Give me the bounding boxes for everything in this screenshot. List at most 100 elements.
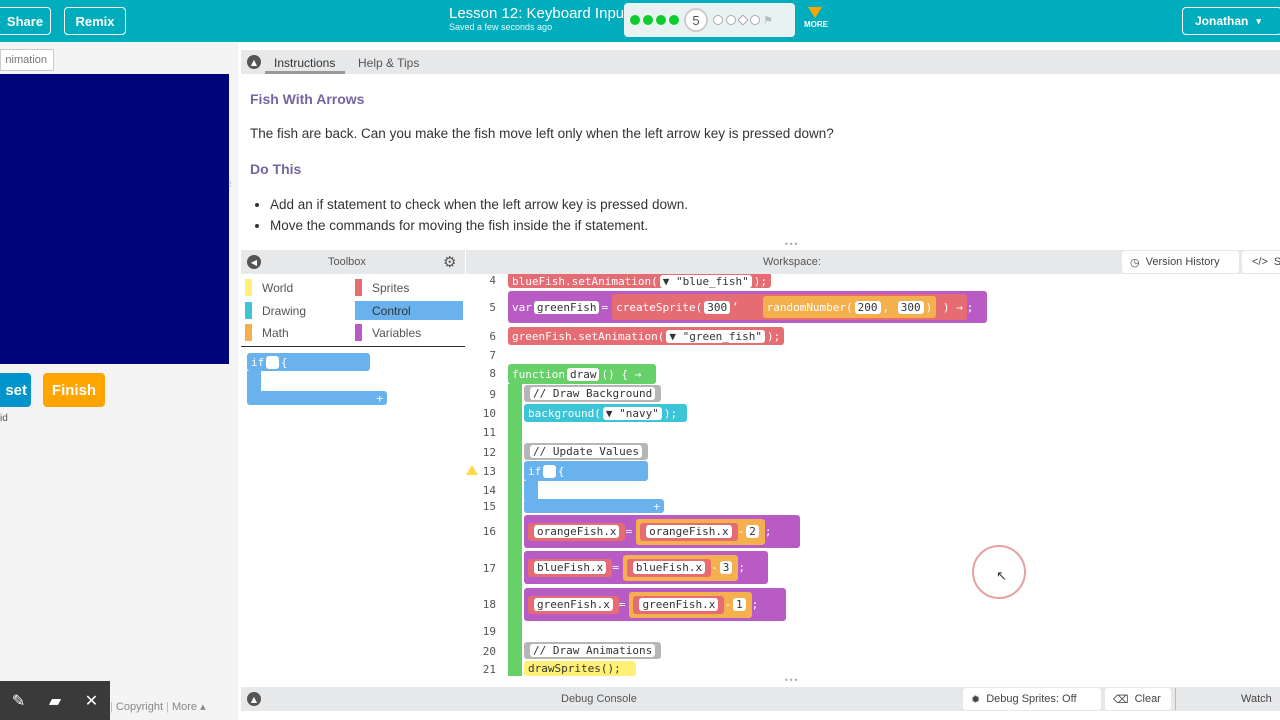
code-block-function-draw[interactable]: function draw() { → [508,364,656,384]
watch-tab[interactable]: Watch [1241,693,1272,705]
code-block-if[interactable]: if { [524,461,648,481]
level-dot[interactable] [750,15,760,25]
line-number: 14 [482,484,496,497]
caret-icon: ▾ [1256,15,1261,26]
level-dot[interactable] [737,14,749,26]
tab-help-tips[interactable]: Help & Tips [358,56,419,70]
code-block-set-animation-blue[interactable]: blueFish .setAnimation(▼ "blue_fish"); [508,274,772,288]
share-button[interactable]: Share [0,7,51,35]
resize-grip[interactable]: ⁝ [229,180,238,200]
collapse-debug-icon[interactable]: ▲ [247,692,261,706]
code-block-var-greenfish[interactable]: var greenFish = createSprite(300, random… [508,291,987,323]
toolbox-divider [241,346,465,347]
more-label: MORE [804,20,828,29]
line-number: 6 [489,330,496,343]
user-menu-button[interactable]: Jonathan ▾ [1182,7,1280,35]
eraser-icon: ⌫ [1113,693,1129,706]
category-drawing[interactable]: Drawing [245,301,306,320]
toolbox-title: Toolbox [328,256,366,268]
instructions-paragraph: The fish are back. Can you make the fish… [250,126,834,141]
if-block-end[interactable]: + [524,499,664,513]
user-name: Jonathan [1195,14,1249,28]
workspace-title: Workspace: [763,256,821,268]
category-sprites[interactable]: Sprites [355,278,409,297]
game-canvas[interactable] [0,74,229,364]
line-number: 15 [482,500,496,513]
highlighter-icon[interactable]: ▰ [49,691,61,710]
finish-button[interactable]: Finish [43,373,105,407]
category-math[interactable]: Math [245,323,289,342]
gear-icon[interactable]: ⚙ [443,253,456,271]
code-comment-update-values[interactable]: // Update Values [524,443,648,460]
category-control[interactable]: Control [355,301,463,320]
level-dot[interactable] [656,15,666,25]
chevron-down-icon [808,7,822,18]
remix-button[interactable]: Remix [64,7,126,35]
code-block-orangefish-assign[interactable]: orangeFish.x = orangeFish.x - 2; [524,515,800,548]
line-number: 21 [482,663,496,676]
list-item: Add an if statement to check when the le… [270,194,688,215]
line-number: 13 [482,465,496,478]
line-number: 12 [482,446,496,459]
more-button[interactable]: MORE [804,7,828,29]
lesson-title[interactable]: Lesson 12: Keyboard Input [449,5,628,22]
line-number: 11 [482,426,496,439]
instructions-list: Add an if statement to check when the le… [270,194,688,236]
tab-instructions[interactable]: Instructions [274,56,335,70]
level-dot[interactable] [669,15,679,25]
page-footer: | Copyright | More ▴ [110,701,206,713]
level-dot[interactable] [726,15,736,25]
debug-sprites-button[interactable]: ✹ Debug Sprites: Off [963,688,1101,710]
id-label: id [0,413,8,424]
reset-button[interactable]: set [0,373,31,407]
line-number: 18 [482,598,496,611]
flag-icon[interactable]: ⚑ [763,14,773,27]
animation-tab[interactable]: nimation [0,49,54,71]
line-number: 7 [489,349,496,362]
show-code-button[interactable]: </> S [1242,251,1280,273]
line-number: 20 [482,645,496,658]
line-number: 8 [489,367,496,380]
line-number: 5 [489,301,496,314]
level-dot[interactable] [713,15,723,25]
more-link[interactable]: More ▴ [172,701,206,713]
current-level-bubble[interactable]: 5 [684,8,708,32]
if-body-bracket [524,481,538,500]
list-item: Move the commands for moving the fish in… [270,215,688,236]
collapse-toolbox-icon[interactable]: ◀ [247,255,261,269]
do-this-heading: Do This [250,161,302,177]
debug-console-title: Debug Console [561,693,637,705]
version-history-button[interactable]: ◷ Version History [1122,251,1239,273]
resize-grip[interactable]: ••• [784,676,798,685]
category-variables[interactable]: Variables [355,323,421,342]
code-block-background[interactable]: background(▼ "navy"); [524,404,687,422]
level-dot[interactable] [630,15,640,25]
level-dot[interactable] [643,15,653,25]
code-comment-draw-animations[interactable]: // Draw Animations [524,642,662,659]
code-comment-draw-background[interactable]: // Draw Background [524,385,662,402]
code-block-greenfish-assign[interactable]: greenFish.x = greenFish.x - 1; [524,588,786,621]
line-number: 16 [482,525,496,538]
close-icon[interactable]: ✕ [85,691,98,710]
copyright-link[interactable]: Copyright [116,701,163,713]
instructions-heading: Fish With Arrows [250,91,365,107]
code-block-draw-sprites[interactable]: drawSprites(); [524,661,636,676]
mouse-cursor-icon: ↖ [996,569,1007,584]
pencil-icon[interactable]: ✎ [12,691,25,710]
bug-icon: ✹ [971,693,981,706]
clock-icon: ◷ [1130,256,1140,269]
code-block-set-animation-green[interactable]: greenFish .setAnimation(▼ "green_fish"); [508,327,785,345]
code-block-bluefish-assign[interactable]: blueFish.x = blueFish.x - 3; [524,551,768,584]
active-tab-indicator [265,71,345,74]
divider [1175,688,1176,710]
line-number: 9 [489,388,496,401]
category-world[interactable]: World [245,278,293,297]
resize-grip[interactable]: ••• [784,240,798,249]
collapse-icon[interactable]: ▲ [247,55,261,69]
drawing-toolbar: ✎ ▰ ✕ [0,681,110,720]
line-number: 17 [482,562,496,575]
line-number: 4 [489,274,496,287]
saved-status: Saved a few seconds ago [449,22,553,32]
clear-button[interactable]: ⌫ Clear [1105,688,1171,710]
code-icon: </> [1252,256,1268,268]
